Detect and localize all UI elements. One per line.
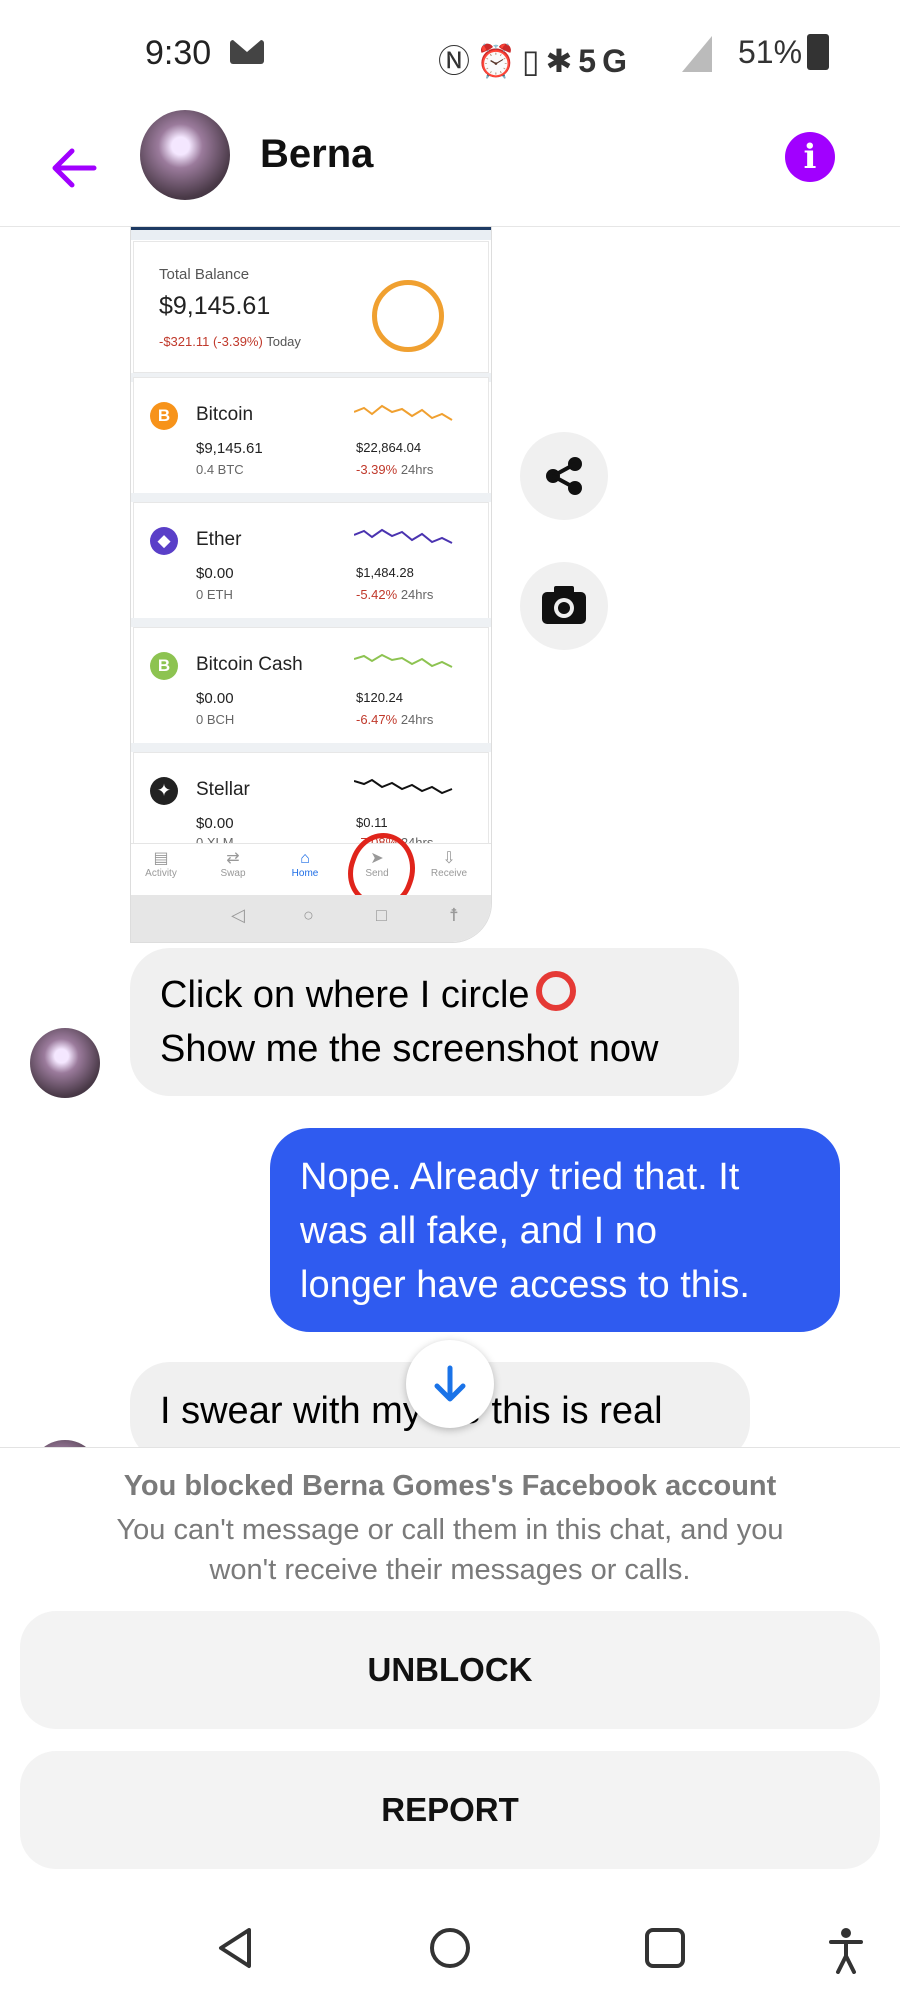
sender-avatar[interactable]	[30, 1028, 100, 1098]
system-navigation-bar	[0, 1900, 900, 2000]
shared-screenshot[interactable]: Total Balance $9,145.61 -$321.11 (-3.39%…	[130, 226, 492, 943]
coin-change: -5.42%	[356, 587, 398, 602]
nfc-icon: Ⓝ	[438, 43, 477, 79]
share-button[interactable]	[520, 432, 608, 520]
coin-quantity: 0.4 BTC	[196, 462, 244, 477]
sparkline	[354, 778, 453, 795]
sparkline	[354, 653, 453, 668]
coin-period: 24hrs	[400, 587, 434, 602]
balance-ring-chart	[372, 280, 444, 352]
bitcoin-icon: B	[150, 402, 178, 430]
blocked-description: You can't message or call them in this c…	[116, 1514, 784, 1586]
coin-balance: $0.00	[196, 815, 234, 832]
balance-change: -$321.11 (-3.39%)	[159, 334, 263, 349]
coin-period: 24hrs	[400, 712, 434, 727]
coin-quantity: 0 BCH	[196, 712, 235, 727]
coin-change: -3.39%	[356, 462, 398, 477]
camera-icon	[542, 586, 586, 624]
coin-card: B Bitcoin $9,145.61 0.4 BTC $22,864.04 -…	[133, 377, 489, 494]
contact-name[interactable]: Berna	[260, 132, 373, 177]
ether-icon: ◆	[150, 527, 178, 555]
bitcoin-cash-icon: B	[150, 652, 178, 680]
wallet-nav-bar: ▤ Activity ⇄ Swap ⌂ Home ➤ Send ⇩ Receive	[131, 843, 491, 896]
scroll-down-button[interactable]	[406, 1340, 494, 1428]
total-balance-card: Total Balance $9,145.61 -$321.11 (-3.39%…	[133, 241, 489, 373]
report-button[interactable]: REPORT	[20, 1751, 880, 1869]
network-label: 5G	[578, 43, 633, 79]
message-line: Nope. Already tried that. It	[300, 1156, 740, 1198]
incoming-message[interactable]: Click on where I circle Show me the scre…	[130, 948, 739, 1096]
blocked-title: You blocked Berna Gomes's Facebook accou…	[123, 1470, 777, 1502]
coin-card: B Bitcoin Cash $0.00 0 BCH $120.24 -6.47…	[133, 627, 489, 744]
coin-name: Bitcoin Cash	[196, 654, 303, 675]
camera-button[interactable]	[520, 562, 608, 650]
home-circle-icon: ○	[303, 905, 314, 925]
nav-receive: ⇩ Receive	[419, 850, 479, 879]
status-icons: Ⓝ⏰▯✱5G	[438, 36, 633, 82]
coin-card: ◆ Ether $0.00 0 ETH $1,484.28 -5.42% 24h…	[133, 502, 489, 619]
status-time: 9:30	[145, 34, 212, 72]
back-triangle-icon: ◁	[231, 905, 245, 925]
nav-swap: ⇄ Swap	[203, 850, 263, 879]
recents-nav-icon[interactable]	[643, 1926, 687, 1970]
screenshot-system-bar: ◁ ○ □ ☨	[131, 895, 491, 942]
total-balance-label: Total Balance	[159, 266, 250, 283]
balance-change-period: Today	[266, 334, 301, 349]
message-line: Click on where I circle	[160, 974, 530, 1016]
contact-avatar[interactable]	[140, 110, 230, 200]
coin-price: $120.24	[356, 690, 403, 705]
bluetooth-icon: ✱	[545, 43, 579, 79]
coin-name: Stellar	[196, 779, 250, 800]
accessibility-nav-icon[interactable]	[826, 1926, 866, 1974]
coin-price: $0.11	[356, 815, 388, 830]
coin-balance: $0.00	[196, 690, 234, 707]
coin-price: $1,484.28	[356, 565, 414, 580]
arrow-down-icon	[434, 1365, 466, 1402]
outgoing-message[interactable]: Nope. Already tried that. It was all fak…	[270, 1128, 840, 1332]
unblock-button[interactable]: UNBLOCK	[20, 1611, 880, 1729]
coin-quantity: 0 ETH	[196, 587, 233, 602]
home-nav-icon[interactable]	[428, 1926, 472, 1970]
accessibility-icon: ☨	[449, 905, 459, 925]
back-nav-icon[interactable]	[215, 1924, 255, 1972]
message-line: was all fake, and I no	[300, 1210, 657, 1252]
share-icon	[546, 457, 582, 495]
coin-period: 24hrs	[400, 462, 434, 477]
coin-balance: $9,145.61	[196, 440, 263, 457]
nav-home: ⌂ Home	[275, 850, 335, 879]
status-bar: 9:30 Ⓝ⏰▯✱5G 51%	[0, 0, 900, 110]
receive-icon: ⇩	[442, 850, 456, 867]
red-circle-emoji	[535, 971, 576, 1011]
coin-price: $22,864.04	[356, 440, 422, 455]
message-line: Show me the screenshot now	[160, 1028, 659, 1070]
back-arrow-icon[interactable]	[44, 138, 104, 198]
info-icon[interactable]: i	[785, 132, 835, 182]
home-icon: ⌂	[300, 850, 310, 867]
total-balance-value: $9,145.61	[159, 292, 271, 320]
message-line: longer have access to this.	[300, 1264, 750, 1306]
nav-activity: ▤ Activity	[131, 850, 191, 879]
coin-name: Ether	[196, 529, 242, 550]
activity-icon: ▤	[153, 850, 169, 867]
stellar-icon: ✦	[150, 777, 178, 805]
alarm-icon: ⏰	[476, 43, 522, 79]
sparkline	[354, 404, 453, 421]
coin-name: Bitcoin	[196, 404, 254, 425]
coin-balance: $0.00	[196, 565, 234, 582]
coin-change: -6.47%	[356, 712, 398, 727]
swap-icon: ⇄	[226, 850, 240, 867]
vibrate-icon: ▯	[521, 43, 546, 79]
coin-card: ✦ Stellar $0.00 0 XLM $0.11 -7.08% 24hrs	[133, 752, 489, 850]
sparkline	[354, 528, 453, 544]
chat-header: Berna i	[0, 110, 900, 227]
mail-icon	[230, 40, 264, 64]
signal-icon	[682, 36, 712, 72]
battery-icon	[807, 34, 829, 70]
battery-percent: 51%	[738, 34, 803, 70]
recents-square-icon: □	[376, 905, 387, 925]
